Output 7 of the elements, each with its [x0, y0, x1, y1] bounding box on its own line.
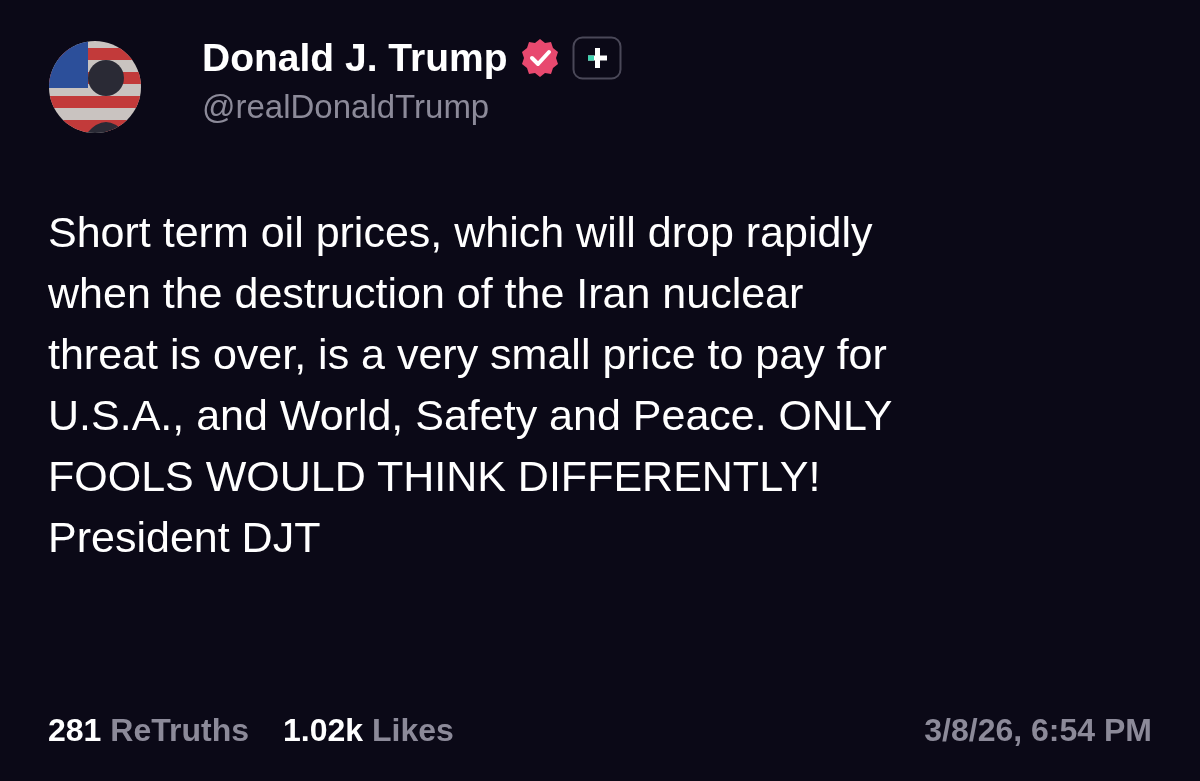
stat-count[interactable]: 1.02k Likes [282, 712, 454, 749]
post-timestamp: 3/8/26, 6:54 PM [924, 712, 1152, 749]
stat-count[interactable]: 281 ReTruths [48, 712, 249, 749]
author-name: Donald J. Trump [202, 36, 508, 80]
post-text: Short term oil prices, which will drop rapidly when the destruction of the Iran nuclear threat is over, is a very small price to pay for U.S.A., and World, Safety and Peace. ONLY FOOLS WOULD THINK DIFFERENTLY! President DJT [48, 207, 894, 563]
author-handle: @realDonaldTrump [202, 88, 491, 126]
plus-icon[interactable] [571, 36, 622, 80]
